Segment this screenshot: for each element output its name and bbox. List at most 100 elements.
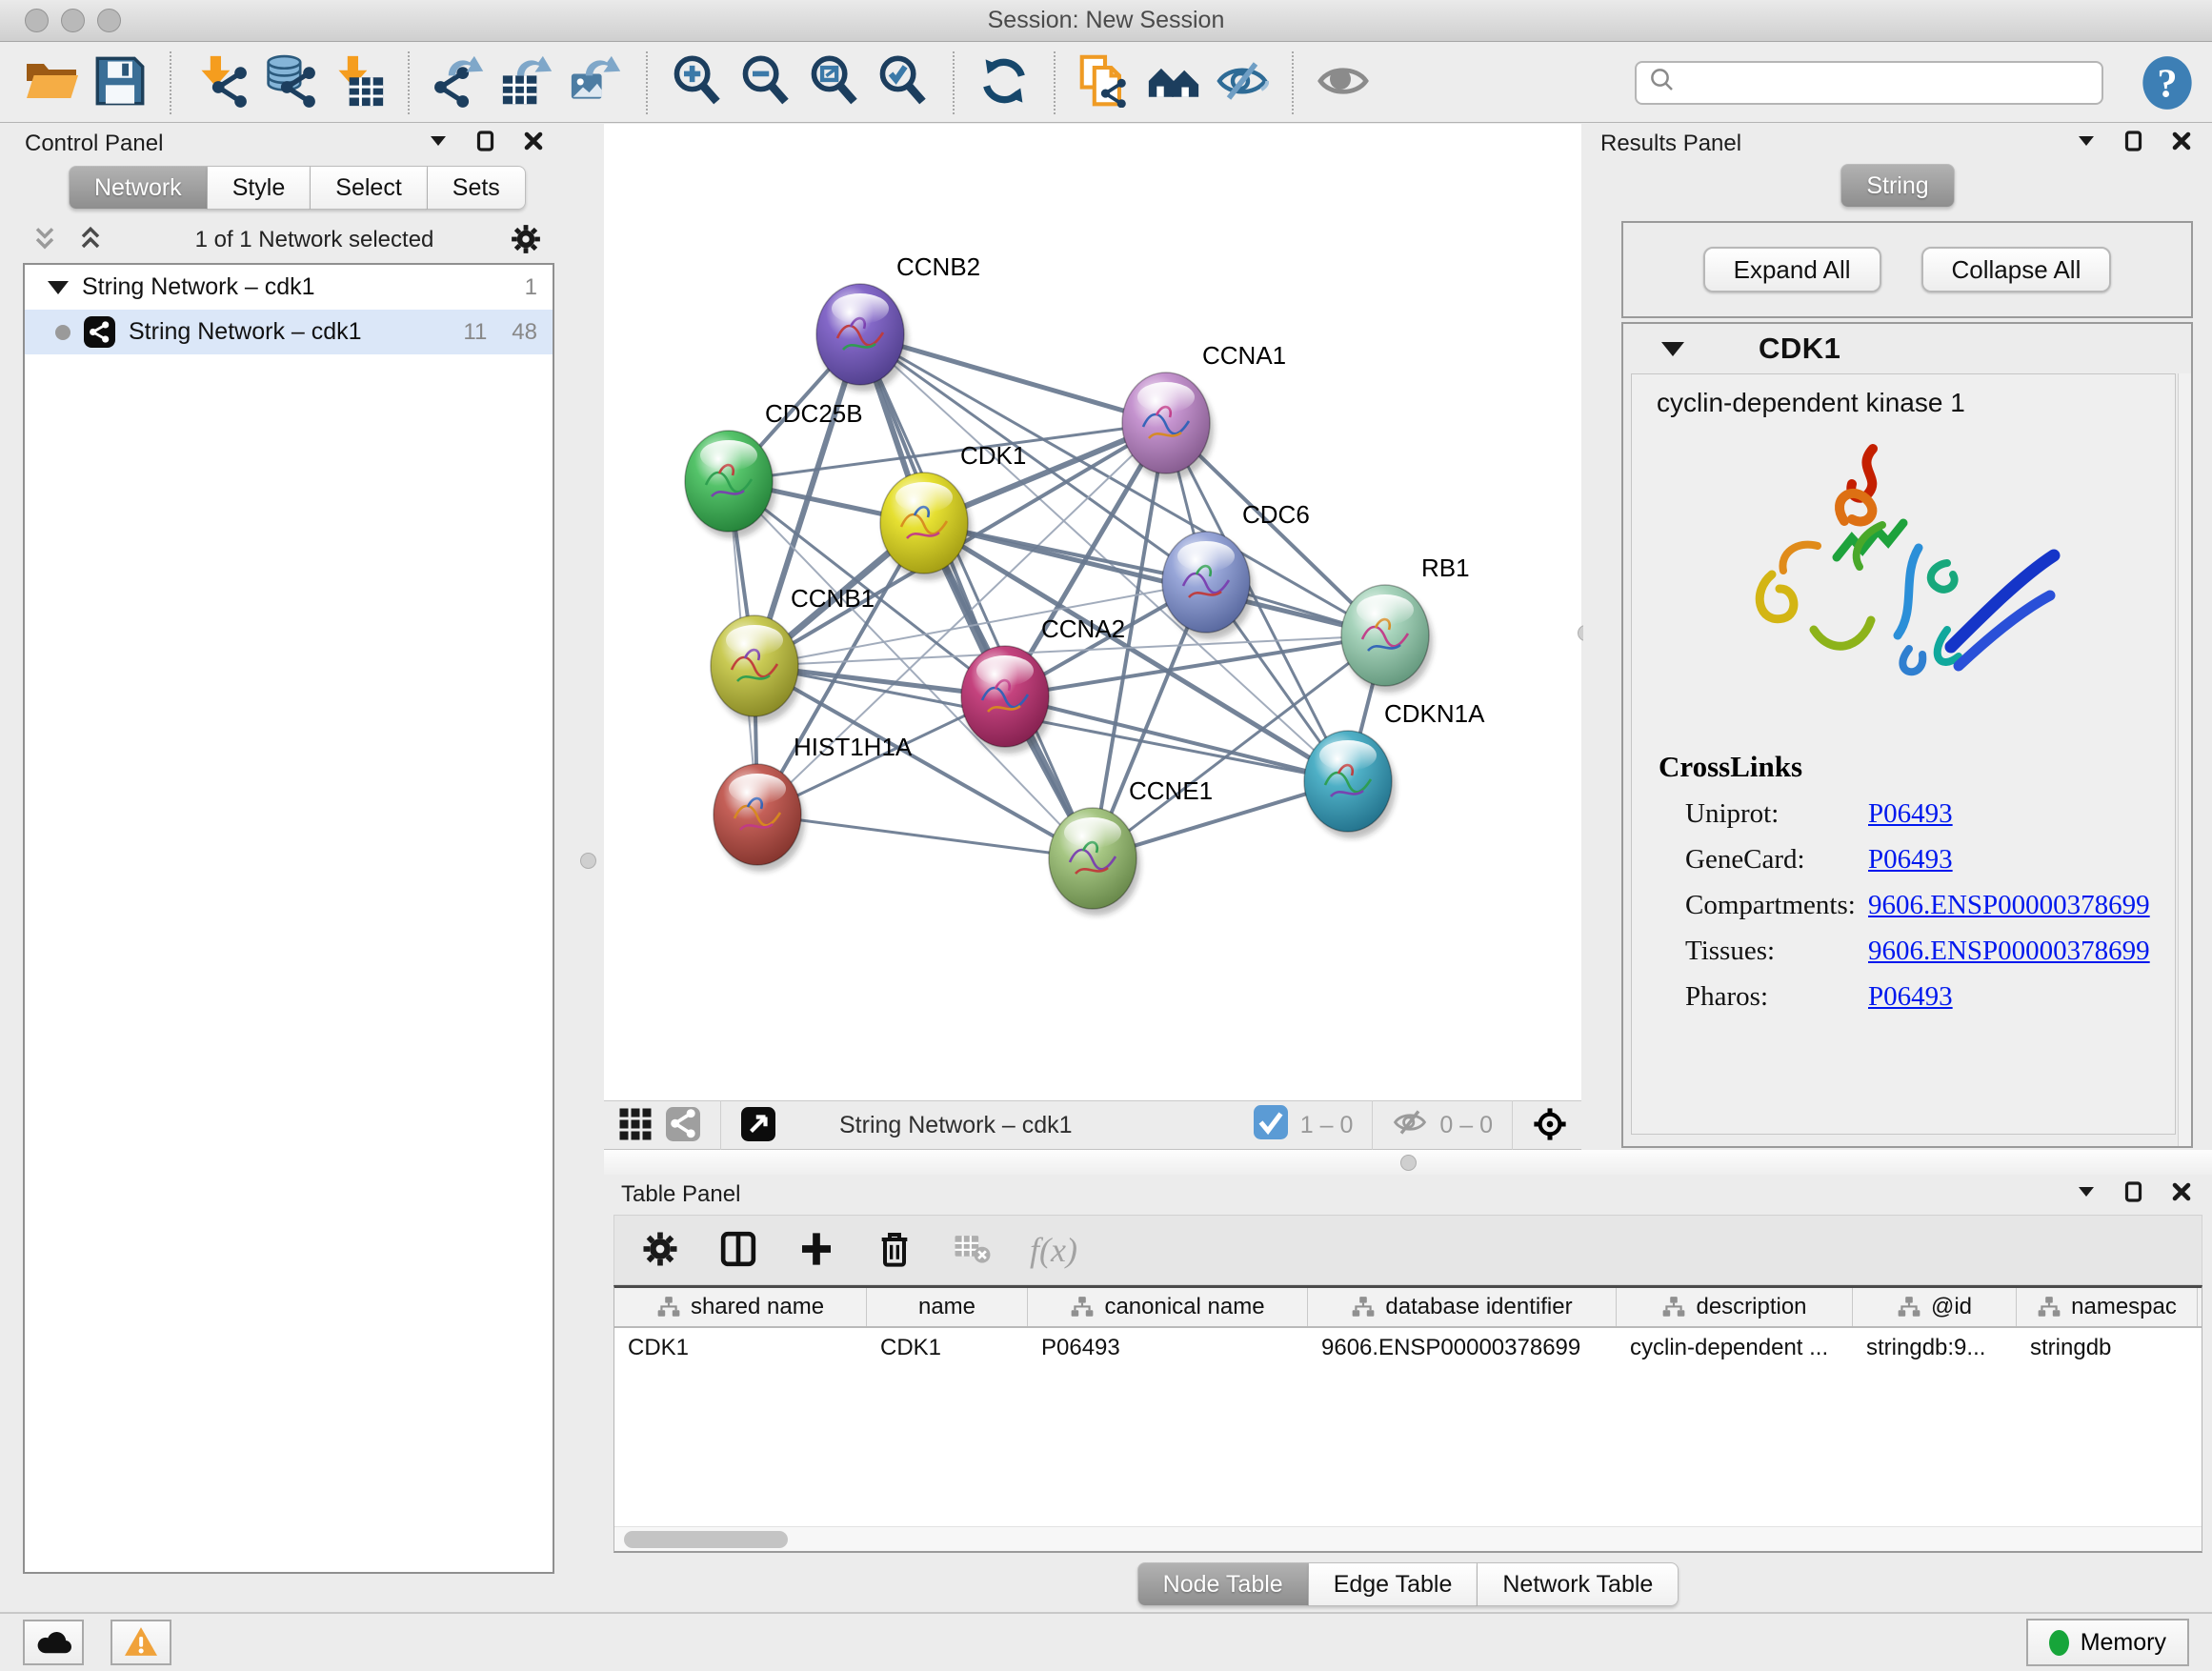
cloud-status-button[interactable]	[23, 1620, 84, 1665]
crosslink-link[interactable]: P06493	[1868, 844, 1953, 876]
panel-float-button[interactable]	[2121, 1181, 2147, 1208]
show-hidden-button[interactable]	[1313, 51, 1374, 114]
column-header-shared-name[interactable]: shared name	[614, 1288, 867, 1326]
hide-selected-button[interactable]	[1212, 51, 1273, 114]
table-cell[interactable]: stringdb	[2017, 1335, 2198, 1361]
tab-select[interactable]: Select	[311, 166, 427, 210]
import-network-from-database-button[interactable]	[259, 51, 320, 114]
tab-style[interactable]: Style	[208, 166, 312, 210]
network-row-selected[interactable]: String Network – cdk1 11 48	[25, 310, 553, 354]
column-header-namespac[interactable]: namespac	[2017, 1288, 2198, 1326]
tab-sets[interactable]: Sets	[428, 166, 526, 210]
table-cell[interactable]: CDK1	[614, 1335, 867, 1361]
column-header-canonical-name[interactable]: canonical name	[1028, 1288, 1308, 1326]
show-grid-button[interactable]	[617, 1107, 654, 1143]
zoom-in-button[interactable]	[667, 51, 728, 114]
collapse-arrow-icon[interactable]	[48, 281, 69, 294]
houses-icon	[1147, 54, 1200, 111]
panel-float-button[interactable]	[2121, 131, 2147, 157]
network-node-CCNE1[interactable]: CCNE1	[1049, 776, 1213, 916]
first-neighbors-button[interactable]	[1143, 51, 1204, 114]
network-options-button[interactable]	[509, 223, 543, 257]
network-node-RB1[interactable]: RB1	[1341, 554, 1470, 693]
table-options-button[interactable]	[639, 1229, 681, 1271]
save-session-button[interactable]	[90, 51, 151, 114]
warning-icon	[123, 1625, 159, 1661]
table-cell[interactable]: P06493	[1028, 1335, 1308, 1361]
duplicate-network-button[interactable]	[1075, 51, 1136, 114]
crosslink-link[interactable]: 9606.ENSP00000378699	[1868, 936, 2150, 967]
protein-section-header[interactable]: CDK1	[1623, 324, 2191, 373]
results-scrollbar[interactable]	[2178, 373, 2191, 1146]
import-network-button[interactable]	[191, 51, 251, 114]
network-collection-row[interactable]: String Network – cdk1 1	[25, 265, 553, 310]
table-cell[interactable]: CDK1	[867, 1335, 1028, 1361]
expand-all-networks-button[interactable]	[74, 224, 107, 256]
network-canvas[interactable]: CCNB2 CCNA1 CDC25B	[604, 124, 1581, 1100]
crosslink-link[interactable]: 9606.ENSP00000378699	[1868, 890, 2150, 921]
panel-float-button[interactable]	[473, 131, 499, 157]
warnings-button[interactable]	[111, 1620, 171, 1665]
zoom-selected-button[interactable]	[873, 51, 934, 114]
expand-all-button[interactable]: Expand All	[1703, 247, 1881, 292]
network-edge[interactable]	[860, 334, 1093, 858]
table-cell[interactable]: stringdb:9...	[1853, 1335, 2017, 1361]
selected-checkbox[interactable]	[1253, 1107, 1289, 1143]
panel-close-button[interactable]	[2168, 131, 2195, 157]
crosslink-link[interactable]: P06493	[1868, 798, 1953, 830]
network-node-HIST1H1A[interactable]: HIST1H1A	[714, 733, 913, 872]
collapse-all-networks-button[interactable]	[29, 224, 61, 256]
minimize-window-button[interactable]	[61, 9, 85, 32]
zoom-fit-button[interactable]	[804, 51, 865, 114]
network-share-view-button[interactable]	[665, 1107, 701, 1143]
table-row[interactable]: CDK1CDK1P064939606.ENSP00000378699cyclin…	[614, 1328, 2202, 1368]
export-network-button[interactable]	[429, 51, 490, 114]
center-view-button[interactable]	[1532, 1107, 1568, 1143]
import-table-button[interactable]	[328, 51, 389, 114]
open-session-button[interactable]	[21, 51, 82, 114]
zoom-window-button[interactable]	[97, 9, 121, 32]
close-window-button[interactable]	[25, 9, 49, 32]
network-node-CCNB2[interactable]: CCNB2	[816, 252, 980, 392]
column-header-database-identifier[interactable]: database identifier	[1308, 1288, 1617, 1326]
column-header--id[interactable]: @id	[1853, 1288, 2017, 1326]
table-cell[interactable]: 9606.ENSP00000378699	[1308, 1335, 1617, 1361]
panel-menu-button[interactable]	[2073, 131, 2100, 157]
string-network-graph[interactable]: CCNB2 CCNA1 CDC25B	[604, 124, 1581, 1100]
network-node-CCNA1[interactable]: CCNA1	[1122, 341, 1286, 480]
show-columns-button[interactable]	[717, 1229, 759, 1271]
search-input[interactable]	[1684, 70, 2090, 96]
network-node-CDKN1A[interactable]: CDKN1A	[1304, 699, 1485, 838]
network-edge[interactable]	[924, 523, 1385, 635]
horizontal-splitter[interactable]	[604, 1150, 2212, 1175]
tab-node-table[interactable]: Node Table	[1137, 1562, 1309, 1606]
birds-eye-view-button[interactable]	[740, 1107, 776, 1143]
panel-menu-button[interactable]	[2073, 1181, 2100, 1208]
export-image-button[interactable]	[566, 51, 627, 114]
panel-close-button[interactable]	[520, 131, 547, 157]
column-header-name[interactable]: name	[867, 1288, 1028, 1326]
delete-column-button[interactable]	[874, 1229, 915, 1271]
left-splitter-handle[interactable]	[580, 853, 596, 869]
crosslink-link[interactable]: P06493	[1868, 981, 1953, 1013]
memory-button[interactable]: Memory	[2026, 1619, 2189, 1666]
refresh-layout-button[interactable]	[974, 51, 1035, 114]
tab-network-table[interactable]: Network Table	[1478, 1562, 1679, 1606]
export-table-button[interactable]	[497, 51, 558, 114]
table-cell[interactable]: cyclin-dependent ...	[1617, 1335, 1853, 1361]
panel-close-button[interactable]	[2168, 1181, 2195, 1208]
collapse-arrow-icon[interactable]	[1661, 342, 1684, 356]
tab-edge-table[interactable]: Edge Table	[1309, 1562, 1478, 1606]
column-header-description[interactable]: description	[1617, 1288, 1853, 1326]
zoom-out-button[interactable]	[735, 51, 796, 114]
tab-string[interactable]: String	[1840, 164, 1954, 208]
table-horizontal-scrollbar[interactable]	[614, 1526, 2202, 1551]
network-edge[interactable]	[757, 815, 1093, 858]
splitter-handle[interactable]	[1400, 1155, 1417, 1171]
panel-menu-button[interactable]	[425, 131, 452, 157]
collapse-all-button[interactable]: Collapse All	[1921, 247, 2112, 292]
create-column-button[interactable]	[795, 1229, 837, 1271]
scrollbar-thumb[interactable]	[624, 1531, 788, 1548]
tab-network[interactable]: Network	[69, 166, 208, 210]
help-button[interactable]: ?	[2140, 55, 2195, 111]
